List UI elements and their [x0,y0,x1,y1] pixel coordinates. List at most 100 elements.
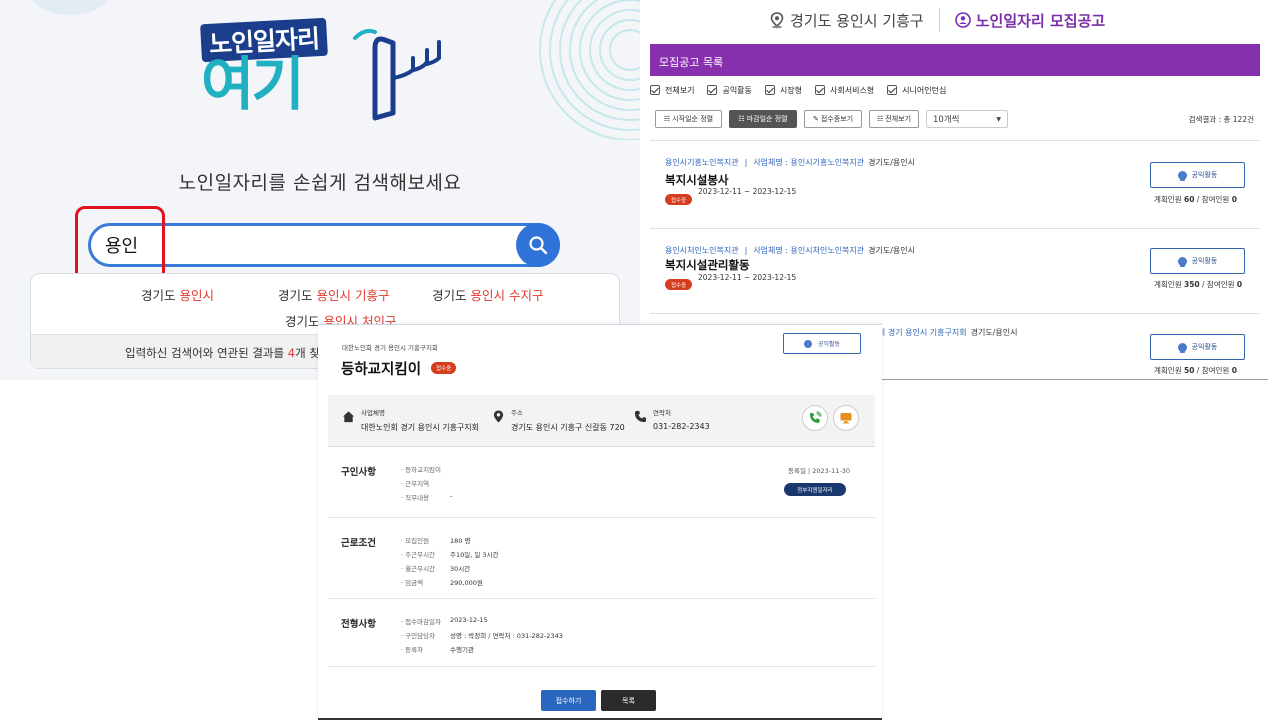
info-value: 경기도 용인시 기흥구 신갈동 720 [511,423,625,432]
job-meta: 회 경기 용인시 기흥구지회 경기도/용인시 [878,327,1017,338]
suggestion-prefix: 경기도 [141,288,180,303]
detail-category-button[interactable]: 공익활동 [783,333,861,354]
counts-label: 계획인원 [1154,280,1184,289]
location-text: 경기도 용인시 기흥구 [790,11,924,30]
suggestion-item[interactable]: 경기도 용인시 기흥구 [278,285,389,304]
info-company: 사업체명 대한노인회 경기 용인시 기흥구지회 [342,407,479,433]
lightbulb-icon [1177,342,1187,353]
search-panel: 노인일자리 여기 노인일자리를 손쉽게 검색해보세요 용인 경기도 용인시 경기… [0,0,640,380]
info-contact: 연락처 031-282-2343 [634,407,710,431]
sort-toolbar: ☷ 시작일순 정렬 ☷ 마감일순 정렬 ✎ 접수중보기 ☷ 전체보기 10개씩 ▼ [655,110,1008,128]
filter-checkbox[interactable]: 공익활동 [707,83,752,97]
sort-deadline-button[interactable]: ☷ 마감일순 정렬 [729,110,797,128]
gov-support-tag: 정부지원일자리 [784,483,846,496]
detail-row: · 등록자 수행기관 [401,644,474,654]
result-note-count: 4 [287,346,296,360]
info-label: 주소 [511,409,523,417]
header-divider [938,8,940,32]
page-size-select[interactable]: 10개씩 ▼ [926,110,1008,128]
category-button[interactable]: 공익활동 [1150,334,1245,360]
suggestion-item[interactable]: 경기도 용인시 수지구 [432,285,543,304]
detail-row: · 구인담당자 성명 : 박정희 / 연락처 : 031-282-2343 [401,630,563,640]
result-count: 검색결과 : 총 122건 [1188,115,1254,124]
button-label: 전체보기 [885,115,912,123]
job-detail-panel: 대한노인회 경기 용인시 기흥구지회 등하교지킴이 접수중 공익활동 사업체명 대… [318,324,882,720]
info-label: 연락처 [653,409,671,417]
job-company[interactable]: 회 경기 용인시 기흥구지회 [878,328,967,337]
row-key: · 등하교지킴이 [401,466,442,474]
row-key: · 근무지역 [401,480,430,488]
job-region: 경기도/용인시 [868,246,915,255]
row-key: · 직무내용 [401,494,430,502]
filter-checkbox[interactable]: 전체보기 [650,83,694,97]
apply-button[interactable]: 접수하기 [541,690,596,711]
job-list-item[interactable]: 용인시처인노인복지관 | 사업체명 : 용인시처인노인복지관 경기도/용인시 복지시설… [650,228,1260,314]
call-button[interactable] [802,405,828,431]
back-to-list-button[interactable]: 목록 [601,690,656,711]
pencil-icon: ✎ [812,115,819,123]
row-key: · 접수마감일자 [401,618,442,626]
job-company[interactable]: 사업체명 : 용인시기흥노인복지관 [753,158,864,167]
job-title[interactable]: 복지시설관리활동 [665,257,750,273]
job-dates: 2023-12-11 ~ 2023-12-15 [698,273,797,282]
detail-row: · 모집인원 180 명 [401,535,470,545]
section-heading: 전형사항 [341,619,376,630]
counts-label: 계획인원 [1154,195,1184,204]
counts-label: / 참여인원 [1194,195,1232,204]
detail-row: · 직무내용 - [401,492,452,502]
logo[interactable]: 노인일자리 여기 [195,17,455,128]
info-value: 031-282-2343 [653,422,710,431]
search-button[interactable] [516,223,560,267]
checkbox-checked-icon[interactable] [815,85,825,95]
button-label: 마감일순 정렬 [746,115,788,123]
search-highlight-box [75,206,165,282]
applied-count: 0 [1231,195,1237,204]
job-company[interactable]: 사업체명 : 용인시처인노인복지관 [753,246,864,255]
row-value: 290,000원 [450,579,483,587]
job-region: 경기도/용인시 [970,328,1018,337]
phone-icon [634,410,647,423]
list-icon: ☷ [876,115,884,123]
job-list-panel: 경기도 용인시 기흥구 노인일자리 모집공고 모집공고 목록 전체보기 공익활동… [642,0,1270,380]
chevron-down-icon: ▼ [996,115,1001,123]
row-value: - [450,492,453,500]
suggestion-prefix: 경기도 [432,288,471,303]
sort-start-date-button[interactable]: ☷ 시작일순 정렬 [655,110,722,128]
show-all-button[interactable]: ☷ 전체보기 [869,110,919,128]
filter-checkbox[interactable]: 시장형 [764,83,802,97]
checkbox-checked-icon[interactable] [707,85,718,95]
show-open-button[interactable]: ✎ 접수중보기 [804,110,862,128]
job-title[interactable]: 복지시설봉사 [665,172,728,188]
job-list-item[interactable]: 용인시기흥노인복지관 | 사업체명 : 용인시기흥노인복지관 경기도/용인시 복지시설… [650,140,1260,226]
suggestion-item[interactable]: 경기도 용인시 [141,285,214,304]
category-button[interactable]: 공익활동 [1150,162,1245,188]
planned-count: 50 [1183,366,1195,375]
decor-circle-top [30,0,110,15]
location-pin-icon [493,410,504,423]
filter-checkbox[interactable]: 사회서비스형 [815,83,874,97]
job-org[interactable]: 용인시처인노인복지관 [665,246,739,255]
section-selection: 전형사항 · 접수마감일자 2023-12-15 · 구인담당자 성명 : 박정희 … [328,599,875,667]
row-key: · 모집인원 [401,537,430,545]
suggestion-prefix: 경기도 [278,288,317,303]
job-counts: 계획인원 60 / 참여인원 0 [1154,194,1237,205]
checkbox-checked-icon[interactable] [764,85,775,95]
row-value: 30시간 [450,565,471,573]
lightbulb-icon [1177,170,1187,181]
category-label: 공익활동 [1191,343,1218,351]
list-icon: ☷ [663,115,671,123]
counts-label: / 참여인원 [1199,280,1237,289]
filter-checkbox[interactable]: 시니어인턴십 [887,83,946,97]
checkbox-checked-icon[interactable] [887,85,898,95]
job-org[interactable]: 용인시기흥노인복지관 [665,158,739,167]
search-tagline: 노인일자리를 손쉽게 검색해보세요 [178,172,462,194]
detail-row: · 주근무시간 주10일, 일 3시간 [401,549,499,559]
status-badge: 접수중 [665,279,693,290]
job-meta: 용인시기흥노인복지관 | 사업체명 : 용인시기흥노인복지관 경기도/용인시 [665,157,915,168]
checkbox-checked-icon[interactable] [650,85,660,95]
website-button[interactable] [833,405,859,431]
planned-count: 350 [1183,280,1200,289]
logo-bottom-text: 여기 [201,50,305,118]
filter-label: 시장형 [779,85,802,95]
category-button[interactable]: 공익활동 [1150,248,1245,274]
